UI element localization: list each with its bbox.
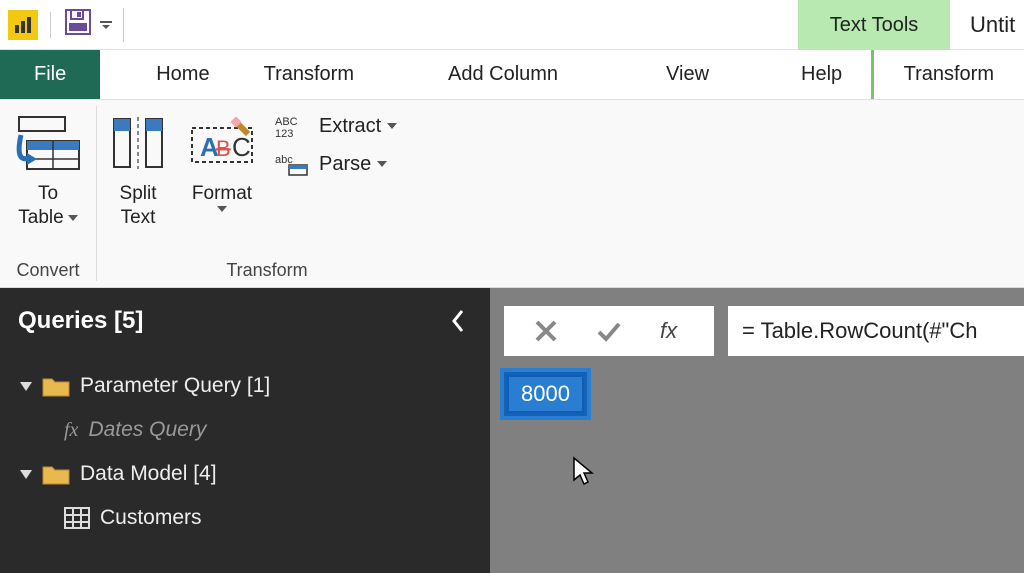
folder-icon: [42, 375, 70, 397]
qat-dropdown-icon[interactable]: [99, 18, 113, 32]
save-button[interactable]: [63, 7, 93, 42]
group-label-convert: Convert: [6, 257, 90, 285]
ribbon-tabs: File Home Transform Add Column View Help…: [0, 50, 1024, 100]
to-table-label-2: Table: [18, 206, 63, 230]
split-text-button[interactable]: Split Text: [103, 108, 173, 230]
tab-file[interactable]: File: [0, 50, 100, 99]
title-bar: Text Tools Untit: [0, 0, 1024, 50]
svg-text:B: B: [216, 136, 231, 161]
extract-button[interactable]: ABC123 Extract: [271, 110, 401, 142]
formula-input[interactable]: = Table.RowCount(#"Ch: [728, 306, 1024, 356]
caret-down-icon: [387, 123, 397, 129]
expand-icon: [20, 382, 32, 391]
query-folder-label: Data Model [4]: [80, 462, 217, 486]
split-label-2: Text: [121, 206, 156, 230]
tab-help[interactable]: Help: [775, 50, 868, 99]
tab-transform-context[interactable]: Transform: [871, 50, 1024, 99]
formula-bar: fx = Table.RowCount(#"Ch: [504, 306, 1024, 356]
svg-text:C: C: [232, 132, 251, 162]
separator: [123, 8, 124, 42]
context-tab-text-tools[interactable]: Text Tools: [798, 0, 950, 50]
format-button[interactable]: A B C Format: [179, 108, 265, 212]
tab-add-column[interactable]: Add Column: [422, 50, 584, 99]
queries-header: Queries [5]: [0, 288, 490, 354]
to-table-icon: [6, 108, 90, 178]
query-item-label: Dates Query: [88, 418, 206, 442]
caret-down-icon: [68, 215, 78, 221]
extract-label: Extract: [319, 115, 381, 138]
query-folder-label: Parameter Query [1]: [80, 374, 270, 398]
svg-text:123: 123: [275, 128, 293, 139]
query-item-customers[interactable]: Customers: [20, 496, 490, 540]
ribbon: To Table Convert S: [0, 100, 1024, 288]
tab-view[interactable]: View: [640, 50, 735, 99]
queries-panel: Queries [5] Parameter Query [1] fx Dates…: [0, 288, 490, 573]
tab-transform[interactable]: Transform: [236, 50, 382, 99]
separator: [50, 12, 51, 38]
to-table-label-1: To: [38, 182, 58, 206]
table-icon: [64, 507, 90, 529]
result-cell[interactable]: 8000: [504, 372, 587, 416]
preview-panel: fx = Table.RowCount(#"Ch 8000: [490, 288, 1024, 573]
content-area: Queries [5] Parameter Query [1] fx Dates…: [0, 288, 1024, 573]
parse-label: Parse: [319, 153, 371, 176]
ribbon-group-transform: Split Text A B C Format: [97, 100, 437, 287]
format-label: Format: [192, 182, 252, 206]
folder-icon: [42, 463, 70, 485]
expand-icon: [20, 470, 32, 479]
extract-icon: ABC123: [275, 112, 313, 140]
query-folder-parameter[interactable]: Parameter Query [1]: [20, 364, 490, 408]
queries-title: Queries [5]: [18, 307, 143, 335]
app-logo-icon: [8, 10, 38, 40]
parse-button[interactable]: abc Parse: [271, 148, 401, 180]
caret-down-icon: [217, 206, 227, 212]
formula-text: = Table.RowCount(#"Ch: [742, 318, 977, 344]
cancel-formula-button[interactable]: [524, 309, 568, 353]
cursor-icon: [572, 456, 594, 486]
split-text-icon: [103, 108, 173, 178]
svg-text:fx: fx: [660, 318, 678, 343]
split-label-1: Split: [120, 182, 157, 206]
tab-home[interactable]: Home: [130, 50, 235, 99]
parse-icon: abc: [275, 150, 313, 178]
ribbon-group-convert: To Table Convert: [0, 100, 96, 287]
query-item-label: Customers: [100, 506, 202, 530]
to-table-button[interactable]: To Table: [6, 108, 90, 230]
result-value: 8000: [521, 381, 570, 406]
format-icon: A B C: [179, 108, 265, 178]
fx-icon: fx: [64, 419, 78, 442]
svg-text:abc: abc: [275, 154, 293, 166]
context-tab-group: Text Tools: [798, 0, 950, 50]
document-title: Untit: [970, 0, 1015, 50]
queries-list: Parameter Query [1] fx Dates Query Data …: [0, 354, 490, 540]
accept-formula-button[interactable]: [587, 309, 631, 353]
svg-text:ABC: ABC: [275, 116, 298, 128]
fx-button[interactable]: fx: [650, 309, 694, 353]
query-item-dates[interactable]: fx Dates Query: [20, 408, 490, 452]
group-label-transform: Transform: [103, 257, 431, 285]
formula-buttons: fx: [504, 306, 714, 356]
collapse-panel-button[interactable]: [444, 302, 472, 340]
query-folder-data-model[interactable]: Data Model [4]: [20, 452, 490, 496]
quick-access-toolbar: [8, 7, 128, 42]
caret-down-icon: [377, 161, 387, 167]
